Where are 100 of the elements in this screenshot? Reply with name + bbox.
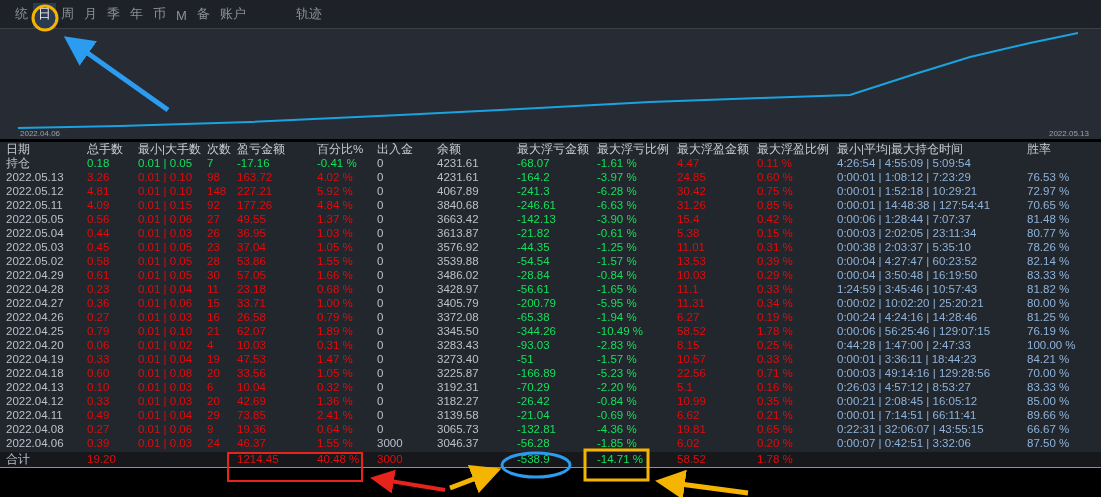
table-cell-text: 66.67 % bbox=[1027, 422, 1071, 436]
table-cell-text: 0 bbox=[377, 184, 385, 198]
table-cell-text: 0.10 bbox=[87, 380, 111, 394]
table-cell-text: -6.28 % bbox=[597, 184, 638, 198]
table-cell-text: 11.01 bbox=[677, 240, 706, 254]
table-cell-text: 10.57 bbox=[677, 352, 707, 366]
table-cell-text: 81.25 % bbox=[1027, 310, 1071, 324]
tab[interactable]: 季 bbox=[102, 3, 125, 28]
table-cell-text: 6 bbox=[207, 380, 215, 394]
table-cell-text: 5.1 bbox=[677, 380, 694, 394]
tab[interactable]: 备 bbox=[191, 3, 215, 28]
table-cell-text: 37.04 bbox=[237, 240, 267, 254]
table-cell-text: 0.79 bbox=[87, 324, 111, 338]
table-cell-text: 3046.37 bbox=[437, 436, 480, 450]
table-cell-text: 3539.88 bbox=[437, 254, 480, 268]
table-cell-text: 2.41 % bbox=[317, 408, 354, 422]
table-cell-text: 0.01 | 0.05 bbox=[138, 268, 194, 282]
table-cell-text: 6.02 bbox=[677, 436, 701, 450]
table-cell-text: 19.36 bbox=[237, 422, 267, 436]
table-cell-text: -1.85 % bbox=[597, 436, 638, 450]
table-cell-text: 0.20 % bbox=[757, 436, 794, 450]
table-cell-text: 3182.27 bbox=[437, 394, 480, 408]
table-cell-text: 4:26:54 | 4:55:09 | 5:09:54 bbox=[837, 156, 972, 170]
table-cell-text: 0:00:07 | 0:42:51 | 3:32:06 bbox=[837, 436, 972, 450]
table-cell-text: 82.14 % bbox=[1027, 254, 1071, 268]
table-cell-text: 0.31 % bbox=[757, 240, 794, 254]
table-cell-text: 0.25 % bbox=[757, 338, 794, 352]
table-cell-text: 2022.04.13 bbox=[6, 380, 65, 394]
tab[interactable]: 账户 bbox=[214, 3, 251, 28]
table-cell-text: 0.21 % bbox=[757, 408, 794, 422]
tab[interactable]: M bbox=[171, 6, 192, 28]
table-cell-text: 3139.58 bbox=[437, 408, 480, 422]
tab[interactable]: 轨迹 bbox=[290, 3, 327, 28]
tab[interactable]: 月 bbox=[79, 3, 102, 28]
table-cell-text: -1.94 % bbox=[597, 310, 638, 324]
table-cell-text: 57.05 bbox=[237, 268, 267, 282]
table-cell-text: 5.92 % bbox=[317, 184, 354, 198]
table-cell-text: 19.81 bbox=[677, 422, 707, 436]
table-cell-text: 0:00:21 | 2:08:45 | 16:05:12 bbox=[837, 394, 979, 408]
table-cell-text: 11 bbox=[207, 282, 220, 296]
table-cell-text: -200.79 bbox=[517, 296, 557, 310]
table-cell-text: 20 bbox=[207, 394, 221, 408]
table-cell-text: 0.01 | 0.06 bbox=[138, 422, 194, 436]
table-cell-text: 0.01 | 0.03 bbox=[138, 380, 194, 394]
table-cell-text: 0.29 % bbox=[757, 268, 794, 282]
table-cell-text: 0.27 bbox=[87, 422, 111, 436]
table-cell-text: 2022.05.13 bbox=[6, 170, 65, 184]
table-cell-text: 3405.79 bbox=[437, 296, 480, 310]
table-cell-text: -0.41 % bbox=[317, 156, 358, 170]
table-cell-text: 10.03 bbox=[237, 338, 267, 352]
table-cell-text: -3.90 % bbox=[597, 212, 638, 226]
table-cell-text: 1.78 % bbox=[757, 452, 794, 467]
table-cell-text: 33.71 bbox=[237, 296, 267, 310]
table-cell-text: 8.15 bbox=[677, 338, 701, 352]
column-header: 盈亏金额 bbox=[237, 142, 286, 156]
table-cell-text: 3000 bbox=[377, 436, 404, 450]
column-header: 日期 bbox=[6, 142, 31, 156]
table-cell-text: 4.09 bbox=[87, 198, 111, 212]
table-cell-text: 89.66 % bbox=[1027, 408, 1071, 422]
table-cell-text: 7 bbox=[207, 156, 215, 170]
table-cell-text: 1.05 % bbox=[317, 366, 354, 380]
table-cell-text: -0.84 % bbox=[597, 394, 638, 408]
table-cell-text: 3428.97 bbox=[437, 282, 480, 296]
table-cell-text: 0.19 % bbox=[757, 310, 794, 324]
table-cell-text: 83.33 % bbox=[1027, 268, 1071, 282]
table-cell-text: 1.55 % bbox=[317, 436, 354, 450]
table-cell-text: -70.29 bbox=[517, 380, 551, 394]
table-cell-text: 11.1 bbox=[677, 282, 700, 296]
table-cell-text: -2.20 % bbox=[597, 380, 638, 394]
table-cell-text: 0 bbox=[377, 156, 385, 170]
table-cell-text: 16 bbox=[207, 310, 221, 324]
table-cell-text: -164.2 bbox=[517, 170, 551, 184]
table-cell-text: 70.00 % bbox=[1027, 366, 1071, 380]
table-cell-text: -51 bbox=[517, 352, 535, 366]
table-cell-text: 2022.04.18 bbox=[6, 366, 65, 380]
table-cell-text: 29 bbox=[207, 408, 221, 422]
tab[interactable]: 统 bbox=[10, 3, 33, 28]
table-cell-text: -17.16 bbox=[237, 156, 271, 170]
table-cell-text: 合计 bbox=[6, 452, 31, 467]
table-cell-text: 0.39 bbox=[87, 436, 111, 450]
table-cell-text: -1.65 % bbox=[597, 282, 638, 296]
table-cell-text: 227.21 bbox=[237, 184, 274, 198]
tab[interactable]: 年 bbox=[125, 3, 148, 28]
table-cell-text: 2022.05.11 bbox=[6, 198, 64, 212]
table-cell-text: 0.71 % bbox=[757, 366, 794, 380]
table-cell-text: 0.33 % bbox=[757, 282, 794, 296]
table-cell-text: 0 bbox=[377, 226, 385, 240]
table-cell-text: 1.47 % bbox=[317, 352, 354, 366]
tab[interactable]: 周 bbox=[56, 3, 79, 28]
table-cell-text: 33.56 bbox=[237, 366, 267, 380]
table-cell-text: 26.58 bbox=[237, 310, 267, 324]
table-cell-text: 0:00:06 | 1:28:44 | 7:07:37 bbox=[837, 212, 972, 226]
table-cell-text: 0 bbox=[377, 240, 385, 254]
table-cell-text: 26 bbox=[207, 226, 221, 240]
table-cell-text: 49.55 bbox=[237, 212, 267, 226]
table-cell-text: 1.36 % bbox=[317, 394, 354, 408]
table-cell-text: -5.23 % bbox=[597, 366, 638, 380]
tab[interactable]: 币 bbox=[148, 3, 171, 28]
table-cell-text: 0.56 bbox=[87, 212, 111, 226]
table-cell-text: 3613.87 bbox=[437, 226, 480, 240]
